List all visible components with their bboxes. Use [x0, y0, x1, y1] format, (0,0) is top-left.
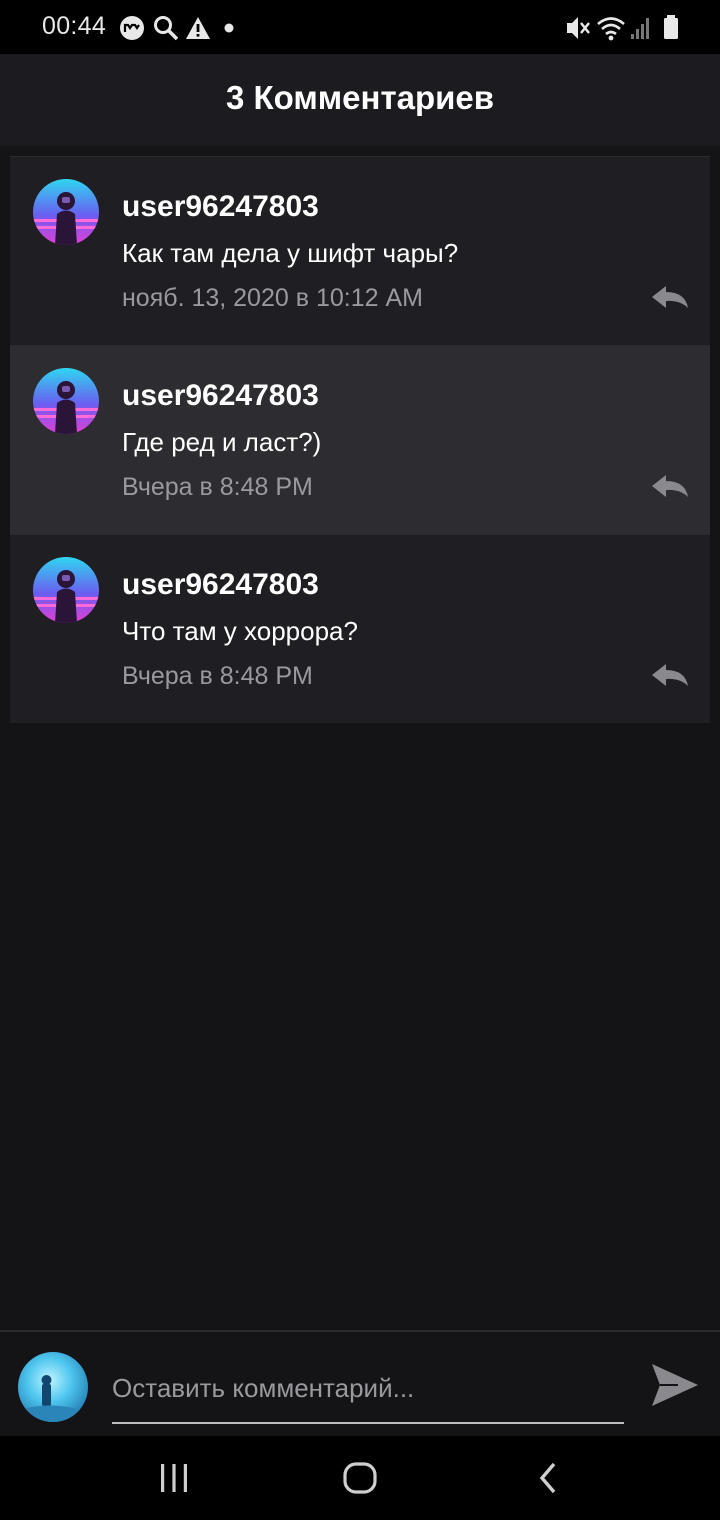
- signal-icon: [631, 18, 649, 39]
- status-time: 00:44: [42, 12, 107, 40]
- battery-icon: [664, 15, 678, 39]
- comment-text: Что там у хоррора?: [122, 616, 358, 646]
- reply-icon[interactable]: [650, 283, 690, 311]
- comment-item[interactable]: user96247803 Как там дела у шифт чары? н…: [10, 156, 710, 345]
- comment-text: Как там дела у шифт чары?: [122, 238, 459, 268]
- status-bar: 00:44: [0, 0, 720, 54]
- mute-icon: [567, 17, 590, 39]
- comment-username[interactable]: user96247803: [122, 379, 319, 413]
- comment-username[interactable]: user96247803: [122, 190, 319, 224]
- search-icon: [154, 16, 179, 41]
- avatar[interactable]: [33, 368, 99, 434]
- messenger-icon: [120, 16, 144, 40]
- comment-input[interactable]: [112, 1360, 624, 1424]
- warning-icon: [186, 17, 210, 39]
- system-nav-bar: [0, 1436, 720, 1520]
- current-user-avatar: [18, 1352, 88, 1422]
- comment-input-bar: [0, 1330, 720, 1438]
- comment-text: Где ред и ласт?): [122, 427, 322, 457]
- comment-timestamp: Вчера в 8:48 PM: [122, 662, 313, 690]
- avatar[interactable]: [33, 179, 99, 245]
- page-title: 3 Комментариев: [225, 79, 495, 116]
- recent-apps-icon[interactable]: [156, 1458, 192, 1498]
- wifi-icon: [597, 17, 625, 41]
- header: 3 Комментариев: [0, 54, 720, 146]
- reply-icon[interactable]: [650, 661, 690, 689]
- comment-timestamp: Вчера в 8:48 PM: [122, 473, 313, 501]
- reply-icon[interactable]: [650, 472, 690, 500]
- comment-username[interactable]: user96247803: [122, 568, 319, 602]
- send-icon[interactable]: [648, 1358, 702, 1412]
- comment-timestamp: нояб. 13, 2020 в 10:12 AM: [122, 284, 423, 312]
- comment-item[interactable]: user96247803 Где ред и ласт?) Вчера в 8:…: [10, 345, 710, 534]
- comment-list: user96247803 Как там дела у шифт чары? н…: [10, 156, 710, 723]
- avatar[interactable]: [33, 557, 99, 623]
- home-icon[interactable]: [340, 1458, 380, 1498]
- back-icon[interactable]: [532, 1458, 564, 1498]
- comment-item[interactable]: user96247803 Что там у хоррора? Вчера в …: [10, 534, 710, 723]
- dot-icon: [224, 23, 234, 33]
